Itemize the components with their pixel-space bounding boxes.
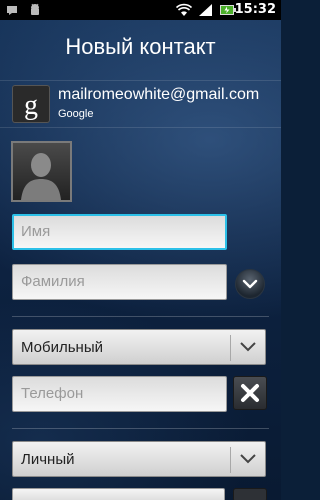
- phone-placeholder: Телефон: [21, 385, 84, 402]
- remove-phone-button[interactable]: [233, 376, 267, 410]
- chevron-down-icon: [242, 279, 258, 289]
- email-type-select[interactable]: Личный: [12, 441, 266, 477]
- account-row[interactable]: g mailromeowhite@gmail.com Google: [0, 80, 281, 128]
- phone-input[interactable]: Телефон: [12, 376, 227, 412]
- chevron-down-icon: [240, 454, 256, 464]
- status-bar: 15:32: [0, 0, 281, 20]
- phone-type-label: Мобильный: [21, 339, 103, 356]
- contact-photo-button[interactable]: [11, 141, 72, 202]
- contact-silhouette-icon: [13, 143, 70, 200]
- wifi-icon: [176, 3, 192, 16]
- chevron-down-icon: [240, 342, 256, 352]
- email-type-label: Личный: [21, 451, 75, 468]
- close-icon: [241, 384, 259, 402]
- svg-text:g: g: [24, 90, 38, 121]
- divider: [12, 428, 269, 429]
- first-name-input[interactable]: Имя: [12, 214, 227, 250]
- last-name-placeholder: Фамилия: [21, 273, 85, 290]
- remove-email-button[interactable]: [233, 488, 267, 500]
- expand-name-button[interactable]: [235, 269, 265, 299]
- first-name-placeholder: Имя: [21, 223, 51, 240]
- signal-icon: [199, 4, 212, 16]
- divider: [12, 316, 269, 317]
- status-time: 15:32: [234, 2, 276, 17]
- account-email: mailromeowhite@gmail.com: [58, 86, 260, 103]
- last-name-input[interactable]: Фамилия: [12, 264, 227, 300]
- email-input[interactable]: [12, 488, 225, 500]
- google-icon: g: [12, 85, 50, 123]
- message-icon: [7, 6, 17, 15]
- phone-type-select[interactable]: Мобильный: [12, 329, 266, 365]
- select-separator: [230, 447, 231, 473]
- select-separator: [230, 335, 231, 361]
- page-title: Новый контакт: [65, 34, 216, 59]
- battery-charging-icon: [220, 5, 236, 15]
- account-type: Google: [58, 108, 94, 120]
- android-debug-icon: [31, 3, 39, 15]
